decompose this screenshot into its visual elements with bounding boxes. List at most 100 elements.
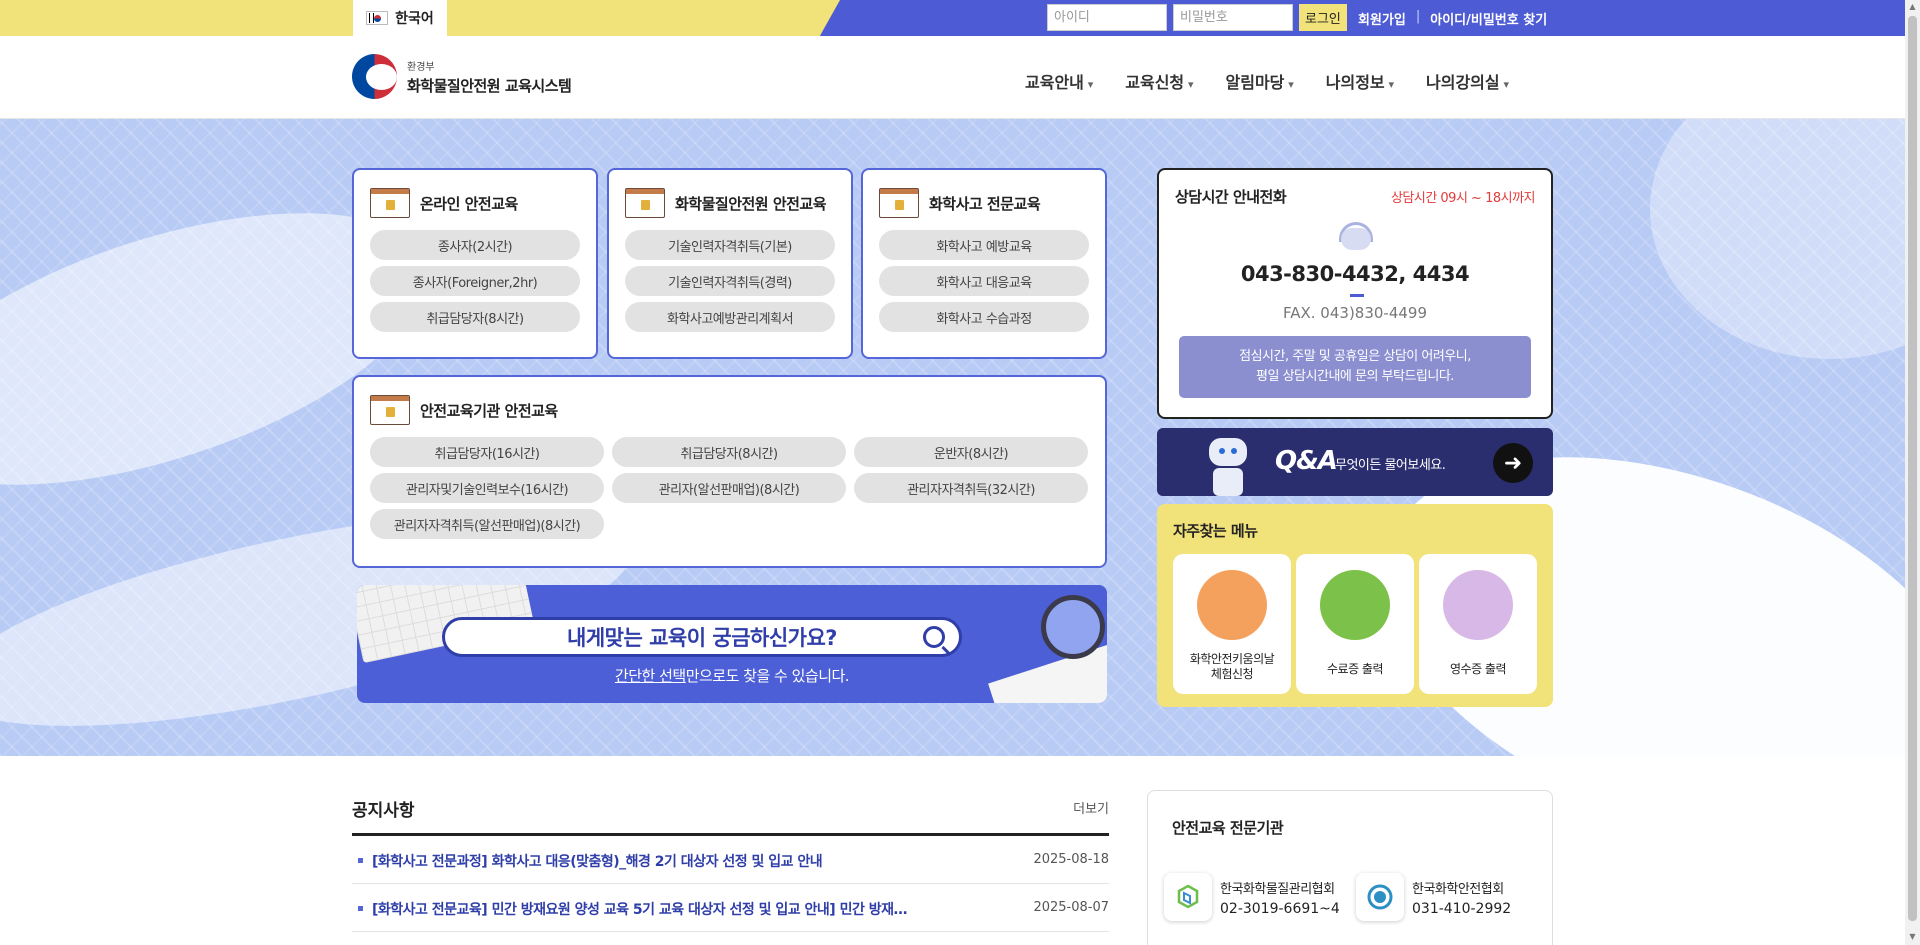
institution-name: 한국화학안전협회 (1412, 881, 1504, 897)
institutions-title: 안전교육 전문기관 (1172, 819, 1284, 837)
frequent-item-experience[interactable]: 화학안전키움의날 체험신청 (1173, 554, 1291, 694)
frequent-item-receipt[interactable]: 영수증 출력 (1419, 554, 1537, 694)
ministry-name: 환경부 (407, 61, 435, 73)
signup-link[interactable]: 회원가입 (1358, 9, 1406, 28)
korea-flag-icon (366, 11, 389, 25)
notice-text[interactable]: [화학사고 전문과정] 화학사고 대응(맞춤형)_해경 2기 대상자 선정 및 … (372, 851, 972, 871)
nav-education-info[interactable]: 교육안내 (1025, 69, 1093, 93)
notice-date: 2025-08-18 (1033, 852, 1109, 867)
institution-item[interactable]: 한국화학물질관리협회 02-3019-6691~4 (1164, 873, 1340, 921)
course-button[interactable]: 운반자(8시간) (854, 437, 1088, 467)
qna-title: Q&A (1275, 446, 1338, 476)
arrow-right-icon[interactable]: ➜ (1493, 443, 1533, 483)
course-button[interactable]: 화학사고 예방교육 (879, 230, 1089, 260)
notice-item[interactable]: [화학사고 전문교육] 민간 방재요원 양성 교육 5기 교육 대상자 선정 및… (352, 884, 1109, 932)
account-links: 회원가입 | 아이디/비밀번호 찾기 (1358, 9, 1547, 28)
nav-notices[interactable]: 알림마당 (1226, 69, 1294, 93)
course-finder-button[interactable]: 내게맞는 교육이 궁금하신가요? (442, 617, 962, 657)
background-wave (1650, 119, 1905, 359)
accident-expert-card: 화학사고 전문교육 화학사고 예방교육 화학사고 대응교육 화학사고 수습과정 (861, 168, 1107, 359)
headset-chat-icon (1337, 222, 1375, 256)
consultation-title: 상담시간 안내전화 (1175, 188, 1287, 206)
notice-line: 점심시간, 주말 및 공휴일은 상담이 어려우니, (1239, 349, 1471, 364)
course-button[interactable]: 종사자(Foreigner,2hr) (370, 266, 580, 296)
bullet-icon (358, 858, 363, 863)
course-button[interactable]: 화학사고 대응교육 (879, 266, 1089, 296)
frequent-item-label: 영수증 출력 (1449, 662, 1507, 676)
link-separator: | (1415, 9, 1421, 24)
course-button[interactable]: 취급담당자(8시간) (370, 302, 580, 332)
notice-line: 평일 상담시간내에 문의 부탁드립니다. (1256, 369, 1454, 384)
logo-text: 환경부 화학물질안전원 교육시스템 (407, 58, 572, 96)
frequent-menu-title: 자주찾는 메뉴 (1173, 522, 1258, 540)
consultation-hours: 상담시간 09시 ~ 18시까지 (1390, 191, 1536, 206)
course-button[interactable]: 기술인력자격취득(기본) (625, 230, 835, 260)
course-button[interactable]: 화학사고예방관리계획서 (625, 302, 835, 332)
institution-info: 한국화학물질관리협회 02-3019-6691~4 (1220, 878, 1340, 917)
find-account-link[interactable]: 아이디/비밀번호 찾기 (1430, 9, 1547, 28)
course-button[interactable]: 관리자(알선판매업)(8시간) (612, 473, 846, 503)
card-title: 온라인 안전교육 (420, 194, 518, 213)
certificate-scroll-icon (1320, 570, 1390, 640)
notice-text[interactable]: [화학사고 전문교육] 민간 방재요원 양성 교육 5기 교육 대상자 선정 및… (372, 899, 972, 919)
receipt-icon (1443, 570, 1513, 640)
main-navigation: 교육안내 교육신청 알림마당 나의정보 나의강의실 (1025, 69, 1509, 93)
phone-number: 043-830-4432, 4434 (1240, 262, 1470, 286)
page-scrollbar[interactable]: ▲ ▼ (1905, 0, 1920, 945)
id-input[interactable] (1047, 4, 1167, 31)
nav-my-info[interactable]: 나의정보 (1326, 69, 1394, 93)
agency-safety-card: 안전교육기관 안전교육 취급담당자(16시간) 취급담당자(8시간) 운반자(8… (352, 375, 1107, 568)
frequent-item-certificate[interactable]: 수료증 출력 (1296, 554, 1414, 694)
scrollbar-thumb[interactable] (1908, 16, 1917, 921)
course-button[interactable]: 기술인력자격취득(경력) (625, 266, 835, 296)
password-input[interactable] (1173, 4, 1293, 31)
nav-my-classroom[interactable]: 나의강의실 (1426, 69, 1509, 93)
course-button[interactable]: 관리자자격취득(32시간) (854, 473, 1088, 503)
course-finder-banner[interactable]: 내게맞는 교육이 궁금하신가요? 간단한 선택만으로도 찾을 수 있습니다. (357, 585, 1107, 703)
institution-name: 한국화학물질관리협회 (1220, 881, 1335, 897)
kcma-logo-icon (1164, 873, 1212, 921)
phone-divider (1350, 294, 1364, 297)
frequent-item-label: 수료증 출력 (1326, 662, 1384, 676)
robot-icon (1199, 432, 1259, 496)
institution-info: 한국화학안전협회 031-410-2992 (1412, 878, 1511, 917)
site-logo[interactable]: 환경부 화학물질안전원 교육시스템 (352, 54, 572, 99)
nav-education-apply[interactable]: 교육신청 (1125, 69, 1193, 93)
magnifier-illustration (1041, 595, 1105, 659)
course-button[interactable]: 화학사고 수습과정 (879, 302, 1089, 332)
course-button[interactable]: 종사자(2시간) (370, 230, 580, 260)
certificate-icon (370, 188, 410, 218)
site-header: 환경부 화학물질안전원 교육시스템 교육안내 교육신청 알림마당 나의정보 나의… (0, 36, 1905, 119)
certificate-icon (879, 188, 919, 218)
notice-more-link[interactable]: 더보기 (1073, 798, 1109, 817)
utility-bar: 한국어 로그인 회원가입 | 아이디/비밀번호 찾기 (0, 0, 1905, 36)
frequent-menu: 자주찾는 메뉴 화학안전키움의날 체험신청 수료증 출력 영수증 출력 (1157, 504, 1553, 707)
course-button[interactable]: 취급담당자(16시간) (370, 437, 604, 467)
login-form: 로그인 (1047, 4, 1347, 31)
consultation-notice: 점심시간, 주말 및 공휴일은 상담이 어려우니, 평일 상담시간내에 문의 부… (1179, 336, 1531, 398)
card-heading: 화학물질안전원 안전교육 (625, 188, 827, 218)
qna-banner[interactable]: Q&A 무엇이든 물어보세요. ➜ (1157, 428, 1553, 496)
bullet-icon (358, 906, 363, 911)
course-finder-subtitle: 간단한 선택만으로도 찾을 수 있습니다. (357, 665, 1107, 686)
notice-item[interactable]: [화학사고 전문과정] 화학사고 대응(맞춤형)_해경 2기 대상자 선정 및 … (352, 836, 1109, 884)
course-button[interactable]: 취급담당자(8시간) (612, 437, 846, 467)
institute-safety-card: 화학물질안전원 안전교육 기술인력자격취득(기본) 기술인력자격취득(경력) 화… (607, 168, 853, 359)
card-title: 화학물질안전원 안전교육 (675, 194, 827, 213)
scroll-up-icon[interactable]: ▲ (1908, 2, 1917, 12)
course-button[interactable]: 관리자자격취득(알선판매업)(8시간) (370, 509, 604, 539)
login-button[interactable]: 로그인 (1299, 4, 1347, 31)
course-finder-title: 내게맞는 교육이 궁금하신가요? (567, 626, 837, 650)
certificate-icon (370, 395, 410, 425)
notice-title: 공지사항 (352, 801, 415, 821)
kcsa-logo-icon (1356, 873, 1404, 921)
scroll-down-icon[interactable]: ▼ (1908, 932, 1917, 942)
subtitle-highlight: 간단한 선택 (614, 667, 686, 685)
language-selector[interactable]: 한국어 (353, 0, 447, 36)
institution-item[interactable]: 한국화학안전협회 031-410-2992 (1356, 873, 1511, 921)
notice-header: 공지사항 더보기 (352, 796, 1109, 836)
qna-subtitle: 무엇이든 물어보세요. (1335, 458, 1446, 473)
card-heading: 온라인 안전교육 (370, 188, 518, 218)
course-button[interactable]: 관리자및기술인력보수(16시간) (370, 473, 604, 503)
frequent-item-label: 화학안전키움의날 체험신청 (1189, 652, 1275, 681)
